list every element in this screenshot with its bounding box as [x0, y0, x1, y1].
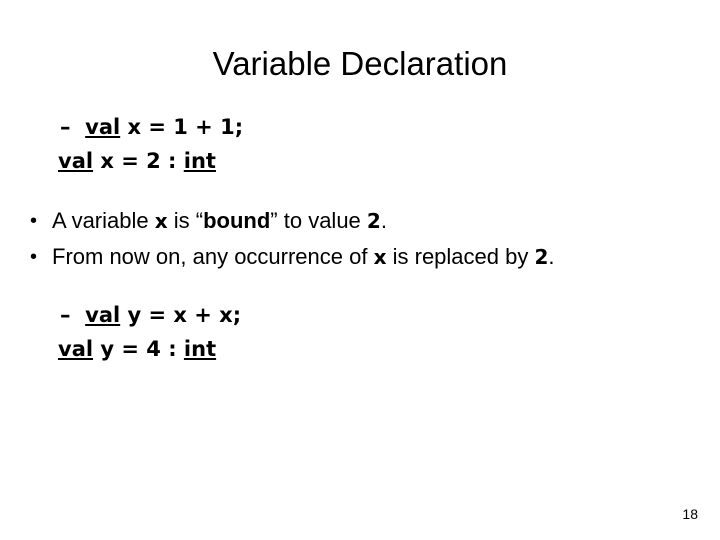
- bullet-text-segment: is “: [167, 208, 204, 233]
- code-line-output: val x = 2 : int: [0, 144, 720, 178]
- code-keyword-val: val: [58, 149, 94, 173]
- emphasis-bound: bound: [203, 208, 271, 233]
- code-line-input: – val y = x + x;: [0, 298, 720, 332]
- code-expression: y = x + x;: [120, 303, 242, 327]
- bullet-list: • A variable x is “bound” to value 2. • Fr…: [0, 203, 720, 275]
- code-result-value: y = 4 :: [93, 337, 184, 361]
- code-keyword-val: val: [58, 337, 94, 361]
- bullet-text-segment: .: [548, 244, 555, 269]
- bullet-dot-icon: •: [30, 210, 38, 232]
- code-expression: x = 1 + 1;: [120, 115, 244, 139]
- inline-code-value: 2: [366, 209, 381, 233]
- inline-code-variable: x: [154, 209, 168, 233]
- code-result-value: x = 2 :: [93, 149, 184, 173]
- inline-code-value: 2: [534, 245, 549, 269]
- code-type-int: int: [183, 337, 217, 361]
- slide-canvas: Variable Declaration – val x = 1 + 1; va…: [0, 0, 720, 540]
- bullet-text-segment: ” to value: [270, 208, 367, 233]
- code-keyword-val: val: [85, 115, 121, 139]
- inline-code-variable: x: [373, 245, 387, 269]
- dash-marker-icon: –: [60, 303, 71, 327]
- page-number: 18: [682, 506, 698, 522]
- bullet-dot-icon: •: [30, 246, 38, 268]
- bullet-text-segment: A variable: [52, 208, 155, 233]
- dash-marker-icon: –: [60, 115, 71, 139]
- bullet-text-segment: From now on, any occurrence of: [52, 244, 374, 269]
- code-line-output: val y = 4 : int: [0, 332, 720, 366]
- code-keyword-val: val: [85, 303, 121, 327]
- list-item: • A variable x is “bound” to value 2.: [0, 203, 720, 239]
- code-type-int: int: [183, 149, 216, 173]
- code-block-first: – val x = 1 + 1; val x = 2 : int: [0, 110, 720, 178]
- code-block-second: – val y = x + x; val y = 4 : int: [0, 298, 720, 366]
- bullet-text-segment: .: [380, 208, 387, 233]
- bullet-text-segment: is replaced by: [386, 244, 535, 269]
- page-title: Variable Declaration: [212, 45, 508, 82]
- list-item: • From now on, any occurrence of x is rep…: [0, 239, 720, 275]
- code-line-input: – val x = 1 + 1;: [0, 110, 720, 144]
